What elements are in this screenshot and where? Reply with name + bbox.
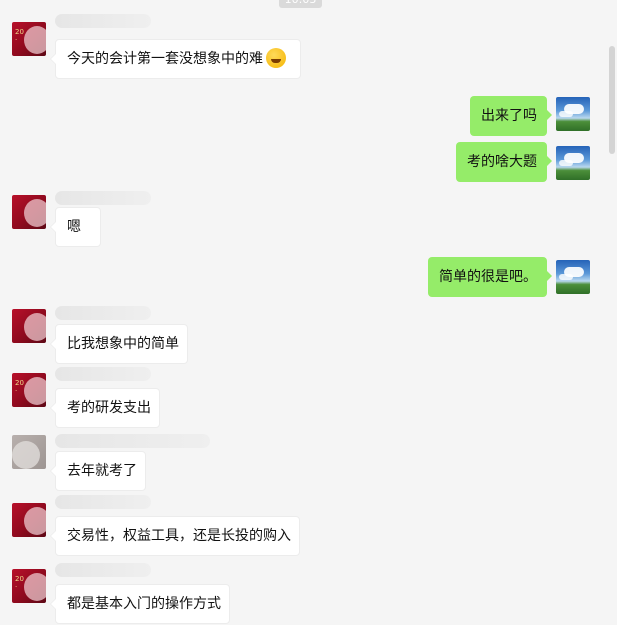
sender-name-blurred [55, 191, 151, 205]
message-text: 考的研发支出 [67, 400, 151, 416]
sender-name-blurred [55, 306, 151, 320]
avatar-decoration: 20 · [15, 28, 24, 44]
message-bubble[interactable]: 都是基本入门的操作方式 [50, 584, 230, 624]
avatar[interactable]: 20 · [12, 569, 46, 603]
message-bubble[interactable]: 考的研发支出 [50, 388, 160, 428]
avatar[interactable] [556, 146, 590, 180]
message-bubble[interactable]: 今天的会计第一套没想象中的难 [50, 39, 301, 79]
message-row: 出来了吗 [0, 90, 617, 136]
avatar[interactable] [12, 195, 46, 229]
message-bubble[interactable]: 出来了吗 [470, 96, 552, 136]
avatar[interactable] [556, 97, 590, 131]
sender-name-blurred [55, 434, 210, 448]
message-text: 今天的会计第一套没想象中的难 [67, 51, 263, 67]
message-text: 简单的很是吧。 [439, 269, 537, 285]
message-row: 交易性，权益工具，还是长投的购入 [0, 491, 617, 557]
message-bubble[interactable]: 简单的很是吧。 [428, 257, 552, 297]
sender-name-blurred [55, 14, 151, 28]
message-row: 20 · 今天的会计第一套没想象中的难 [0, 0, 617, 90]
message-text: 考的啥大题 [467, 154, 537, 170]
message-row: 20 · 都是基本入门的操作方式 [0, 557, 617, 625]
message-text: 嗯 [67, 219, 81, 235]
avatar[interactable] [12, 503, 46, 537]
avatar[interactable] [556, 260, 590, 294]
message-bubble[interactable]: 交易性，权益工具，还是长投的购入 [50, 516, 300, 556]
avatar[interactable] [12, 435, 46, 469]
message-text: 出来了吗 [481, 108, 537, 124]
avatar[interactable]: 20 · [12, 22, 46, 56]
message-text: 去年就考了 [67, 463, 137, 479]
message-row: 简单的很是吧。 [0, 245, 617, 305]
avatar[interactable]: 20 · [12, 373, 46, 407]
message-bubble[interactable]: 嗯 [50, 207, 101, 247]
message-row: 20 · 考的研发支出 [0, 367, 617, 429]
sender-name-blurred [55, 367, 151, 381]
avatar-decoration: 20 · [15, 379, 24, 395]
avatar-decoration: 20 · [15, 575, 24, 591]
message-row: 嗯 [0, 185, 617, 247]
sender-name-blurred [55, 495, 151, 509]
message-bubble[interactable]: 比我想象中的简单 [50, 324, 188, 364]
message-row: 比我想象中的简单 [0, 305, 617, 367]
sender-name-blurred [55, 563, 151, 577]
message-text: 比我想象中的简单 [67, 336, 179, 352]
message-bubble[interactable]: 考的啥大题 [456, 142, 552, 182]
message-text: 都是基本入门的操作方式 [67, 596, 221, 612]
avatar[interactable] [12, 309, 46, 343]
grinning-sweat-emoji-icon [266, 48, 286, 68]
message-row: 去年就考了 [0, 429, 617, 491]
message-row: 考的啥大题 [0, 135, 617, 185]
message-bubble[interactable]: 去年就考了 [50, 451, 146, 491]
message-text: 交易性，权益工具，还是长投的购入 [67, 528, 291, 544]
